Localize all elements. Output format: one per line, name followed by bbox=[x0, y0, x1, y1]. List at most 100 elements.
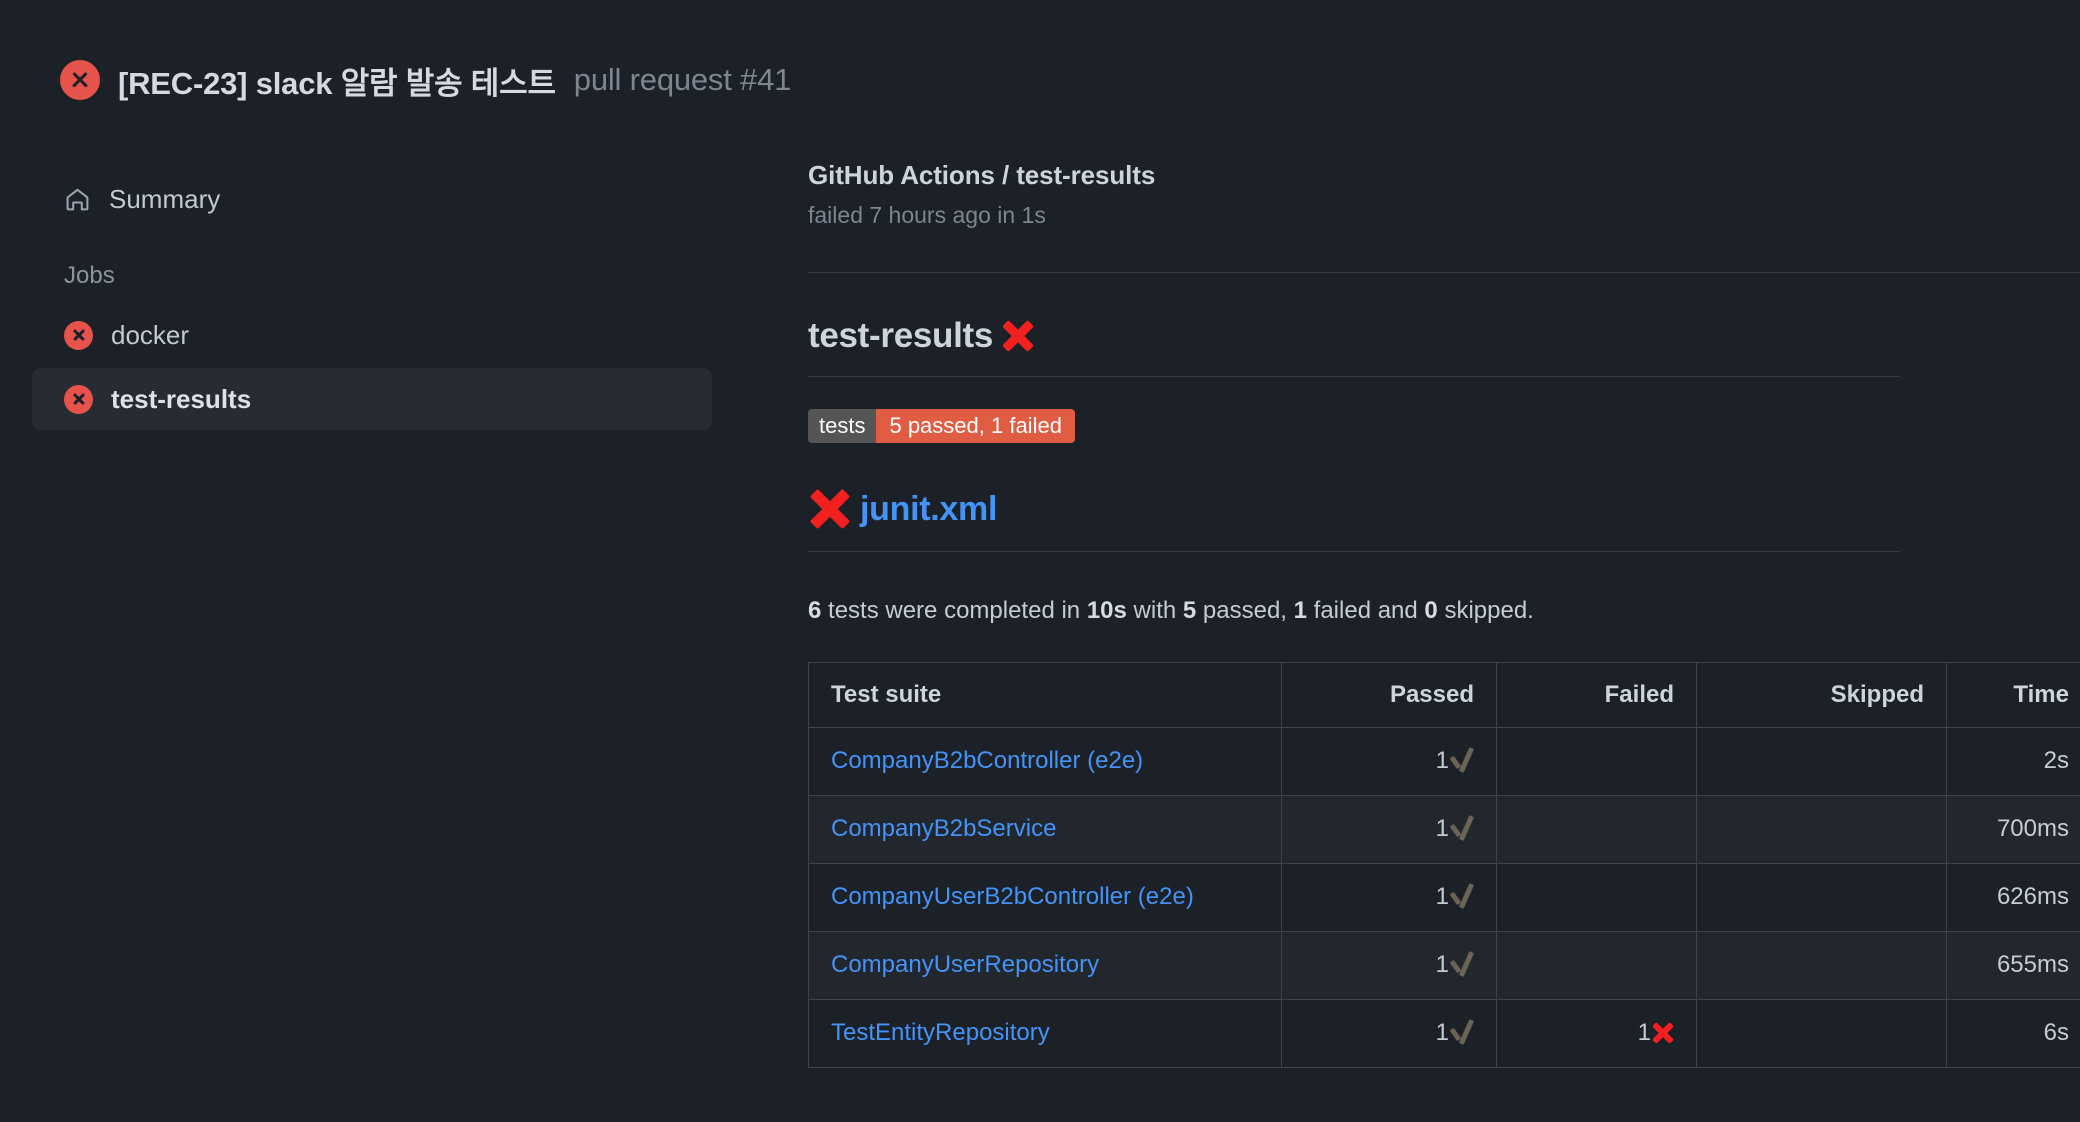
check-mark-emoji bbox=[1450, 1021, 1474, 1045]
check-run-page: [REC-23] slack 알람 발송 테스트 pull request #4… bbox=[0, 0, 2080, 1122]
sidebar-item-docker-label: docker bbox=[111, 319, 190, 350]
table-header-row: Test suite Passed Failed Skipped Time bbox=[808, 661, 2080, 728]
cell-passed: 1 bbox=[1281, 794, 1497, 864]
cross-mark-emoji bbox=[808, 487, 852, 531]
test-suite-link[interactable]: CompanyB2bController (e2e) bbox=[831, 747, 1143, 774]
cell-time: 626ms bbox=[1946, 862, 2080, 932]
summary-duration: 10s bbox=[1086, 597, 1127, 624]
cell-passed: 1 bbox=[1281, 862, 1497, 932]
column-header-passed: Passed bbox=[1281, 661, 1497, 728]
cell-skipped bbox=[1696, 726, 1947, 796]
table-body: CompanyB2bController (e2e) 1 2s CompanyB… bbox=[808, 726, 2080, 1068]
passed-count: 1 bbox=[1435, 815, 1449, 843]
sidebar-item-docker[interactable]: docker bbox=[32, 304, 712, 366]
check-mark-emoji bbox=[1450, 749, 1474, 773]
summary-skipped: 0 bbox=[1424, 597, 1438, 624]
cell-time: 2s bbox=[1946, 726, 2080, 796]
cross-mark-emoji bbox=[1652, 1022, 1674, 1044]
table-row: CompanyUserRepository 1 655ms bbox=[808, 930, 2080, 1000]
cell-skipped bbox=[1696, 862, 1947, 932]
cell-test-suite: CompanyB2bController (e2e) bbox=[808, 726, 1282, 796]
report-body: test-results tests 5 passed, 1 failed ju… bbox=[808, 316, 2080, 1068]
divider bbox=[808, 551, 1900, 552]
failure-x-circle-icon bbox=[64, 320, 93, 350]
passed-count: 1 bbox=[1435, 883, 1449, 911]
test-results-table: Test suite Passed Failed Skipped Time Co… bbox=[808, 661, 2080, 1068]
check-mark-emoji bbox=[1450, 953, 1474, 977]
tests-status-badge-value: 5 passed, 1 failed bbox=[876, 409, 1075, 443]
column-header-skipped: Skipped bbox=[1696, 661, 1947, 728]
table-header: Test suite Passed Failed Skipped Time bbox=[808, 661, 2080, 728]
cell-skipped bbox=[1696, 794, 1947, 864]
test-suite-link[interactable]: CompanyUserRepository bbox=[831, 951, 1099, 978]
cell-test-suite: CompanyUserB2bController (e2e) bbox=[808, 862, 1282, 932]
column-header-failed: Failed bbox=[1496, 661, 1697, 728]
column-header-test-suite: Test suite bbox=[808, 661, 1282, 728]
sidebar-item-test-results[interactable]: test-results bbox=[32, 368, 712, 430]
summary-text-2: with bbox=[1126, 597, 1183, 624]
cell-passed: 1 bbox=[1281, 998, 1497, 1068]
cell-test-suite: CompanyUserRepository bbox=[808, 930, 1282, 1000]
summary-passed: 5 bbox=[1182, 597, 1197, 624]
sidebar: Summary Jobs docker test-results bbox=[0, 116, 808, 430]
table-row: TestEntityRepository 1 1 6s bbox=[808, 998, 2080, 1068]
cell-passed: 1 bbox=[1281, 930, 1497, 1000]
summary-text-1: tests were completed in bbox=[821, 597, 1087, 624]
check-run-title: GitHub Actions / test-results bbox=[808, 160, 1156, 190]
sidebar-section-jobs: Jobs bbox=[64, 262, 115, 289]
summary-text-4: failed and bbox=[1307, 597, 1425, 624]
cell-failed bbox=[1496, 862, 1697, 932]
junit-xml-link[interactable]: junit.xml bbox=[860, 490, 997, 529]
cross-mark-emoji bbox=[1001, 319, 1035, 353]
failed-count: 1 bbox=[1637, 1019, 1651, 1047]
summary-total: 6 bbox=[808, 597, 822, 624]
table-row: CompanyUserB2bController (e2e) 1 626ms bbox=[808, 862, 2080, 932]
tests-status-badge: tests 5 passed, 1 failed bbox=[808, 409, 1075, 443]
sidebar-item-test-results-label: test-results bbox=[111, 383, 252, 414]
test-suite-link[interactable]: CompanyUserB2bController (e2e) bbox=[831, 883, 1194, 910]
cell-failed bbox=[1496, 930, 1697, 1000]
passed-count: 1 bbox=[1435, 747, 1449, 775]
page-subtitle: pull request #41 bbox=[573, 62, 792, 97]
junit-file-heading: junit.xml bbox=[808, 487, 1900, 531]
sidebar-item-summary-label: Summary bbox=[109, 183, 221, 214]
cell-passed: 1 bbox=[1281, 726, 1497, 796]
cell-time: 6s bbox=[1946, 998, 2080, 1068]
report-heading-label: test-results bbox=[808, 316, 994, 355]
summary-text-5: skipped. bbox=[1437, 597, 1534, 624]
test-suite-link[interactable]: CompanyB2bService bbox=[831, 815, 1056, 842]
failure-x-circle-icon bbox=[64, 384, 93, 414]
test-suite-link[interactable]: TestEntityRepository bbox=[831, 1019, 1050, 1046]
sidebar-jobs-list: docker test-results bbox=[32, 304, 712, 430]
summary-text-3: passed, bbox=[1196, 597, 1294, 624]
sidebar-item-summary[interactable]: Summary bbox=[32, 168, 712, 230]
cell-failed: 1 bbox=[1496, 998, 1697, 1068]
table-row: CompanyB2bService 1 700ms bbox=[808, 794, 2080, 864]
cell-failed bbox=[1496, 726, 1697, 796]
column-header-time: Time bbox=[1946, 661, 2080, 728]
report-heading: test-results bbox=[808, 316, 1900, 356]
cell-test-suite: CompanyB2bService bbox=[808, 794, 1282, 864]
table-row: CompanyB2bController (e2e) 1 2s bbox=[808, 726, 2080, 796]
cell-failed bbox=[1496, 794, 1697, 864]
cell-test-suite: TestEntityRepository bbox=[808, 998, 1282, 1068]
home-icon bbox=[66, 188, 89, 210]
cell-time: 700ms bbox=[1946, 794, 2080, 864]
passed-count: 1 bbox=[1435, 951, 1449, 979]
check-mark-emoji bbox=[1450, 885, 1474, 909]
failure-x-circle-icon bbox=[60, 60, 100, 100]
divider bbox=[808, 376, 1900, 377]
check-mark-emoji bbox=[1450, 817, 1474, 841]
cell-skipped bbox=[1696, 930, 1947, 1000]
page-title: [REC-23] slack 알람 발송 테스트 bbox=[118, 65, 556, 101]
check-run-meta: failed 7 hours ago in 1s bbox=[808, 202, 1046, 228]
tests-status-badge-label: tests bbox=[808, 409, 877, 443]
cell-skipped bbox=[1696, 998, 1947, 1068]
divider bbox=[808, 272, 2080, 273]
main-content: GitHub Actions / test-results failed 7 h… bbox=[808, 116, 2080, 1068]
test-summary-sentence: 6 tests were completed in 10s with 5 pas… bbox=[808, 594, 1900, 628]
page-header: [REC-23] slack 알람 발송 테스트 pull request #4… bbox=[0, 0, 2080, 116]
cell-time: 655ms bbox=[1946, 930, 2080, 1000]
passed-count: 1 bbox=[1435, 1019, 1449, 1047]
summary-failed: 1 bbox=[1293, 597, 1307, 624]
